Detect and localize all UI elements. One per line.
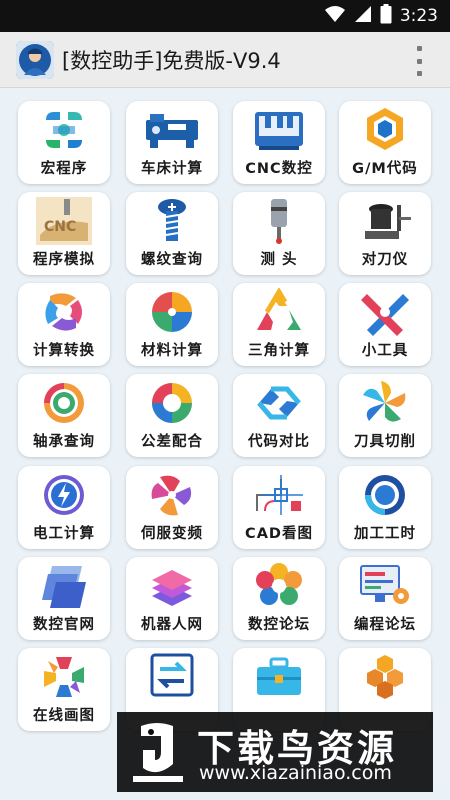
tile-label: G/M代码 [352,161,418,177]
watermark-banner: 下载鸟资源 www.xiazainiao.com [117,712,433,792]
toolbox-icon [257,657,301,695]
tile-label: 电工计算 [33,526,95,542]
battery-icon [380,4,392,28]
bird-logo-icon [133,723,183,782]
programming-forum-icon [360,565,409,604]
program-sim-icon: CNC [36,197,92,245]
servo-inverter-icon [151,475,192,516]
cnc-forum-icon [256,563,302,605]
triangle-calc-icon [257,288,301,330]
online-translate-icon [150,653,194,697]
tile-label: 代码对比 [248,434,310,450]
tile-code-compare[interactable]: 代码对比 [233,374,325,457]
tile-cnc-machine[interactable]: CNC数控 [233,101,325,184]
tile-programming-forum[interactable]: 编程论坛 [339,557,431,640]
tile-label: 螺纹查询 [141,252,203,268]
wifi-icon [324,5,346,27]
online-drawing-icon [44,657,84,697]
tile-triangle-calc[interactable]: 三角计算 [233,283,325,366]
tile-label: 伺服变频 [141,526,203,542]
tile-label: 轴承查询 [33,434,95,450]
tile-label: 加工工时 [354,526,416,542]
tile-robot-net[interactable]: 机器人网 [126,557,218,640]
machining-hours-icon [365,475,405,515]
app-logo-icon [16,40,54,79]
tile-cad-viewer[interactable]: CAD看图 [233,466,325,549]
watermark-url: www.xiazainiao.com [199,762,392,784]
lathe-calc-icon [146,114,198,148]
material-calc-icon [152,292,192,332]
tile-label: 编程论坛 [354,617,416,633]
tile-servo-inverter[interactable]: 伺服变频 [126,466,218,549]
tile-lathe-calc[interactable]: 车床计算 [126,101,218,184]
tile-label: 在线画图 [33,708,95,724]
small-tools-icon [361,294,409,336]
tile-label: 宏程序 [40,161,88,177]
tile-label: CAD看图 [245,526,313,542]
tile-label: 材料计算 [141,343,203,359]
tile-macro-program[interactable]: 宏程序 [18,101,110,184]
cnc-website-icon [42,566,86,608]
thread-query-icon [158,199,186,241]
tile-thread-query[interactable]: 螺纹查询 [126,192,218,275]
cad-viewer-icon [256,475,303,515]
tile-label: 程序模拟 [33,252,95,268]
hexagon-icon [367,655,403,699]
tile-label: 三角计算 [248,343,310,359]
tile-label: 机器人网 [141,617,203,633]
tile-label: 数控官网 [33,617,95,633]
tile-cnc-website[interactable]: 数控官网 [18,557,110,640]
tile-label: 车床计算 [141,161,203,177]
feature-grid: 宏程序 车床计算 CNC数控 G/M代码 CNC 程序模拟 螺纹查询 测 头 对… [0,88,450,800]
tile-material-calc[interactable]: 材料计算 [126,283,218,366]
tile-label: 数控论坛 [248,617,310,633]
tolerance-fit-icon [152,383,192,423]
cnc-machine-icon [255,112,303,150]
bearing-query-icon [44,383,84,423]
tile-small-tools[interactable]: 小工具 [339,283,431,366]
tile-calc-convert[interactable]: 计算转换 [18,283,110,366]
status-time: 3:23 [399,6,438,26]
status-bar: 3:23 [0,0,450,32]
app-title: [数控助手]免费版-V9.4 [62,48,281,73]
tile-tool-setter[interactable]: 对刀仪 [339,192,431,275]
tool-cutting-icon [363,381,406,422]
tool-setter-icon [365,204,411,239]
tile-gm-code[interactable]: G/M代码 [339,101,431,184]
signal-icon [354,5,372,27]
probe-icon [271,199,287,244]
tile-label: 小工具 [361,343,409,359]
tile-cnc-forum[interactable]: 数控论坛 [233,557,325,640]
tile-electric-calc[interactable]: 电工计算 [18,466,110,549]
tile-online-drawing[interactable]: 在线画图 [18,648,110,731]
tile-label: 公差配合 [141,434,203,450]
tile-bearing-query[interactable]: 轴承查询 [18,374,110,457]
code-compare-icon [257,386,301,420]
robot-net-icon [152,570,192,606]
tile-machining-hours[interactable]: 加工工时 [339,466,431,549]
tile-label: 对刀仪 [361,252,409,268]
tile-label: 计算转换 [33,343,95,359]
svg-text:CNC: CNC [44,219,76,235]
electric-calc-icon [44,475,84,515]
tile-tool-cutting[interactable]: 刀具切削 [339,374,431,457]
status-icons: 3:23 [324,4,438,28]
calc-convert-icon [45,293,82,331]
macro-program-icon [46,112,82,148]
tile-program-sim[interactable]: CNC 程序模拟 [18,192,110,275]
tile-tolerance-fit[interactable]: 公差配合 [126,374,218,457]
overflow-menu-icon[interactable] [412,46,426,76]
tile-label: 测 头 [260,252,298,268]
tile-label: CNC数控 [245,161,313,177]
tile-probe[interactable]: 测 头 [233,192,325,275]
tile-label: 刀具切削 [354,434,416,450]
app-bar: [数控助手]免费版-V9.4 [0,32,450,88]
gm-code-icon [367,108,403,150]
